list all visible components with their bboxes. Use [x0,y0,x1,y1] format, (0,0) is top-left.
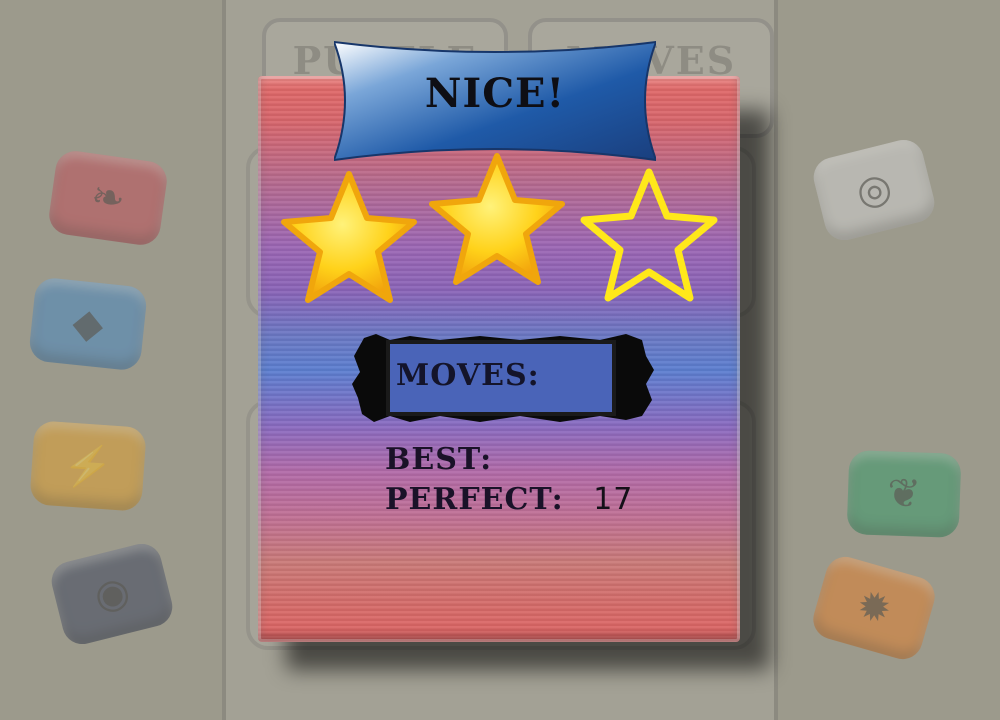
perfect-value: 17 [593,482,634,517]
best-row: BEST: [385,442,510,477]
side-tile-lightning: ⚡ [29,420,147,512]
perfect-label: PERFECT: [385,482,564,517]
side-tile-leaf: ❦ [846,450,962,538]
side-tile-water: ◆ [27,276,149,372]
lightning-icon: ⚡ [61,441,115,492]
star-1-filled-icon [281,171,417,303]
side-tile-shield: ◉ [47,539,177,649]
dialog-title: NICE! [424,70,566,117]
beetle-icon: ✹ [851,581,897,635]
dragon-icon: ❧ [88,172,128,224]
water-drop-icon: ◆ [70,299,106,349]
side-tile-dragon: ❧ [46,148,170,248]
spiral-icon: ◎ [851,163,897,217]
best-label: BEST: [385,442,493,477]
side-tile-beetle: ✹ [808,552,940,664]
moves-label: MOVES: [396,358,558,393]
shield-icon: ◉ [89,567,135,621]
perfect-row: PERFECT: 17 [385,482,633,517]
side-tile-spiral: ◎ [809,135,939,245]
star-2-filled-icon [429,153,565,285]
leaf-icon: ❦ [886,470,922,518]
star-3-empty-icon [580,168,718,302]
moves-label-text: MOVES: [396,358,540,393]
